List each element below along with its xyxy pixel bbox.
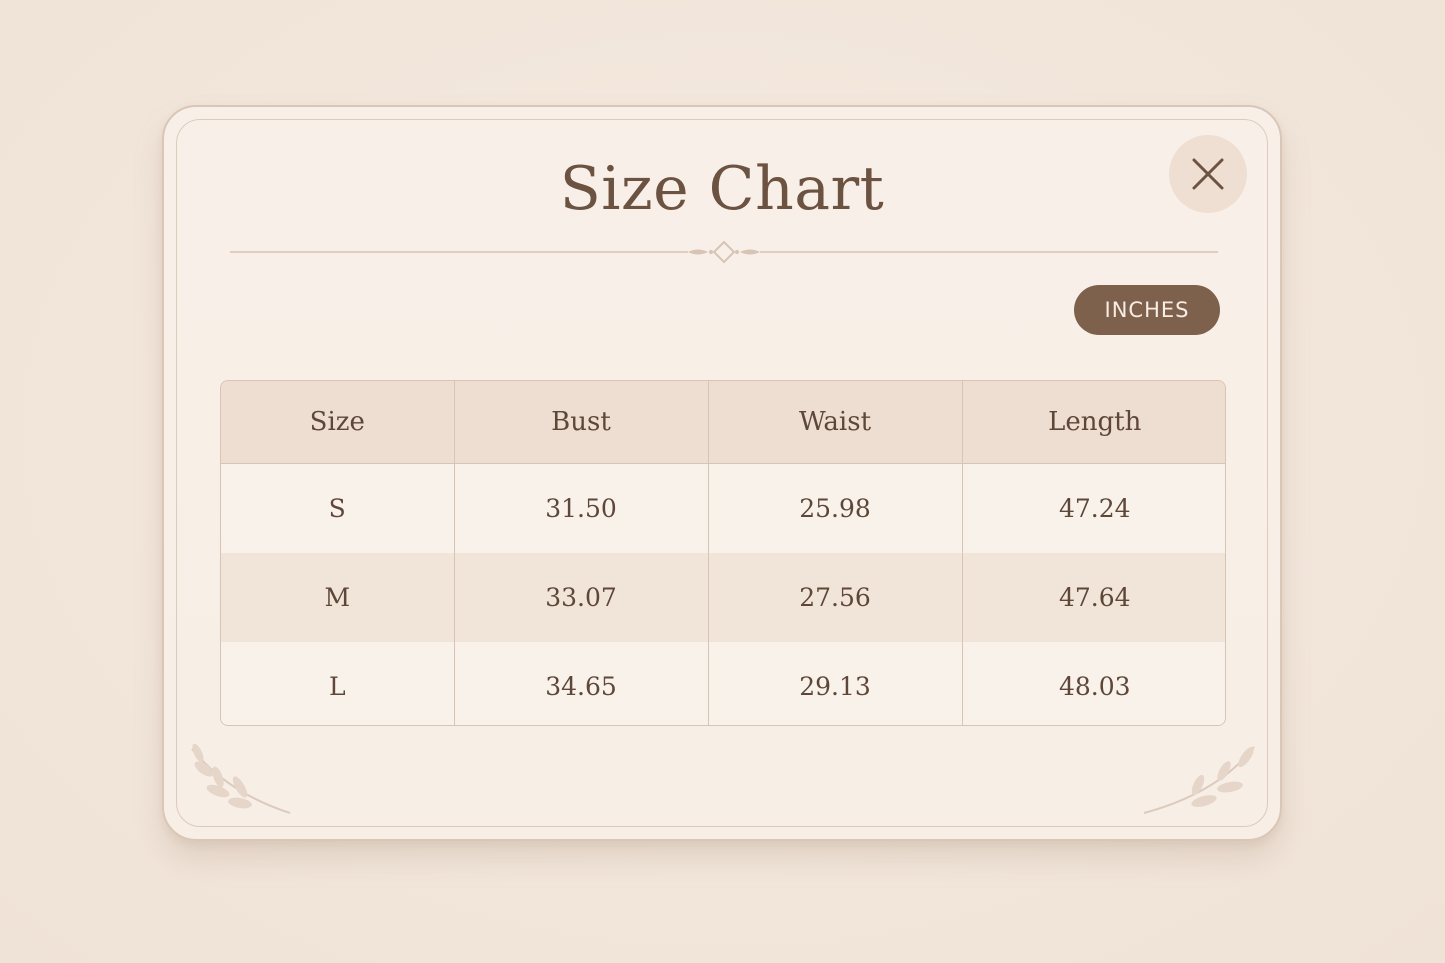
diamond-ornament-icon	[688, 241, 760, 263]
size-chart-dialog: Size Chart INCHES Size Bust Waist Length…	[162, 105, 1282, 841]
cell-size: M	[221, 553, 455, 642]
cell-bust: 31.50	[454, 463, 709, 553]
unit-badge-inches[interactable]: INCHES	[1074, 285, 1220, 335]
table-row: M 33.07 27.56 47.64	[221, 553, 1225, 642]
leaf-sprig-icon	[191, 743, 291, 814]
cell-bust: 34.65	[454, 642, 709, 725]
title-divider	[230, 241, 1218, 263]
table-row: L 34.65 29.13 48.03	[221, 642, 1225, 725]
column-header-size: Size	[221, 381, 455, 464]
table-row: S 31.50 25.98 47.24	[221, 463, 1225, 553]
close-button[interactable]	[1169, 135, 1247, 213]
table-header-row: Size Bust Waist Length	[221, 381, 1225, 464]
cell-length: 47.64	[962, 553, 1225, 642]
column-header-waist: Waist	[708, 381, 963, 464]
close-icon	[1192, 158, 1224, 190]
leaf-sprig-icon	[1143, 746, 1255, 814]
cell-length: 47.24	[962, 463, 1225, 553]
cell-waist: 25.98	[708, 463, 963, 553]
cell-waist: 27.56	[708, 553, 963, 642]
cell-waist: 29.13	[708, 642, 963, 725]
size-table: Size Bust Waist Length S 31.50 25.98 47.…	[220, 380, 1226, 726]
cell-length: 48.03	[962, 642, 1225, 725]
cell-bust: 33.07	[454, 553, 709, 642]
column-header-bust: Bust	[454, 381, 709, 464]
cell-size: S	[221, 463, 455, 553]
cell-size: L	[221, 642, 455, 725]
dialog-title: Size Chart	[559, 154, 885, 224]
column-header-length: Length	[962, 381, 1225, 464]
